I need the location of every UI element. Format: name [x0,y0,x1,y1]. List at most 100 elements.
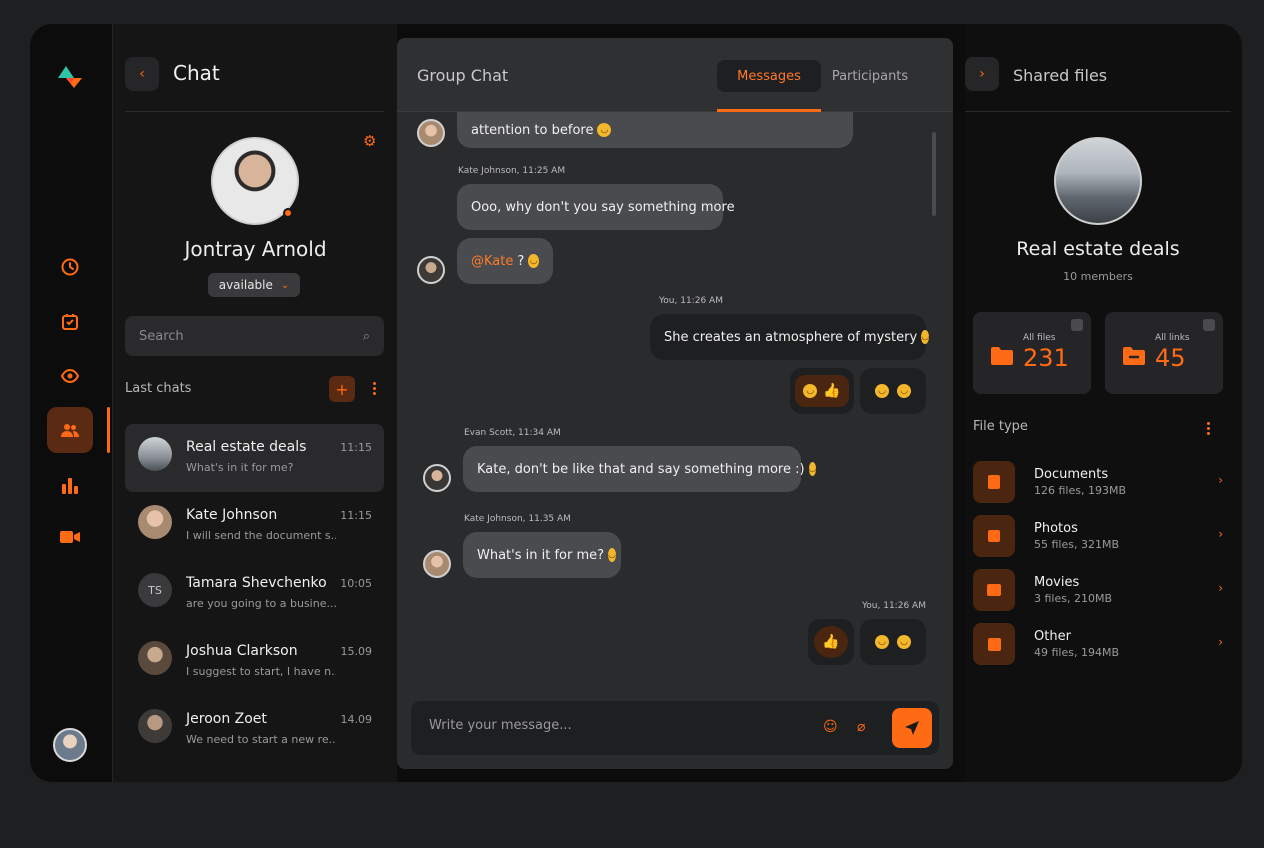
avatar [138,709,172,743]
tab-participants[interactable]: Participants [827,60,913,92]
stat-label: All files [1023,333,1056,343]
nav-tasks-button[interactable] [47,299,93,345]
reaction-pill[interactable]: ◡ 👍 [795,375,849,407]
file-type-movies[interactable]: Movies 3 files, 210MB › [973,569,1223,611]
last-chats-heading: Last chats [125,381,192,396]
select-checkbox[interactable] [1071,319,1083,331]
nav-view-button[interactable] [47,353,93,399]
online-status-dot [283,208,293,218]
chat-name: Tamara Shevchenko [186,575,327,591]
chat-item-kate-johnson[interactable]: Kate Johnson I will send the document s.… [125,492,384,560]
plus-icon: + [335,379,349,399]
search-box: ⌕ [125,316,384,356]
member-count: 10 members [1063,270,1133,283]
add-chat-button[interactable]: + [329,376,355,402]
send-icon [905,721,919,735]
chat-item-tamara-shevchenko[interactable]: TS Tamara Shevchenko are you going to a … [125,560,384,628]
file-type-photos[interactable]: Photos 55 files, 321MB › [973,515,1223,557]
chat-time: 10:05 [340,577,372,590]
message-meta: Kate Johnson, 11.35 AM [464,514,571,524]
avatar [417,256,445,284]
movie-icon [973,569,1015,611]
divider [965,111,1231,112]
chevron-right-icon: › [1218,635,1223,649]
file-type-meta: 55 files, 321MB [1034,538,1120,551]
reaction-group[interactable]: ◡ ◡ [860,368,926,414]
message-bubble: attention to before ◡ [457,112,853,148]
active-nav-indicator [107,407,110,453]
chat-list: Real estate deals What's in it for me? 1… [125,424,384,764]
chat-name: Kate Johnson [186,507,278,523]
chat-time: 14.09 [340,713,373,726]
scrollbar[interactable] [932,132,936,216]
chat-item-joshua-clarkson[interactable]: Joshua Clarkson I suggest to start, I ha… [125,628,384,696]
group-avatar [1054,137,1142,225]
status-label: available [218,278,273,292]
nav-stats-button[interactable] [47,462,93,508]
group-chat-panel: Group Chat Messages Participants attenti… [397,38,953,769]
smirk-emoji-icon: ◡ [608,548,616,562]
message-bubble: @Kate? ◡ [457,238,553,284]
nav-history-button[interactable] [47,244,93,290]
chat-sidebar: ‹ Chat ⚙ Jontray Arnold available ⌄ ⌕ La… [112,24,397,782]
avatar [423,464,451,492]
nav-video-button[interactable] [47,514,93,560]
neutral-emoji-icon: ◡ [897,384,911,398]
search-icon[interactable]: ⌕ [363,329,370,344]
chat-item-jeroon-zoet[interactable]: Jeroon Zoet We need to start a new re...… [125,696,384,764]
reaction-group[interactable]: ◡ 👍 [790,368,854,414]
stat-label: All links [1155,333,1190,343]
all-links-card[interactable]: All links 45 [1105,312,1223,394]
nav-rail [30,24,110,782]
avatar [138,641,172,675]
more-options-icon[interactable] [1203,422,1213,435]
message-text: She creates an atmosphere of mystery [664,329,918,345]
chevron-right-icon: › [979,66,985,82]
message-meta: You, 11:26 AM [659,296,723,306]
mention-link[interactable]: @Kate [471,254,513,269]
chat-header: Group Chat Messages Participants [397,38,953,112]
status-dropdown[interactable]: available ⌄ [208,273,300,297]
emoji-picker-icon[interactable]: ☺ [823,719,838,735]
file-type-documents[interactable]: Documents 126 files, 193MB › [973,461,1223,503]
search-input[interactable] [139,328,339,344]
message-composer: ☺ ⌀ [411,701,939,755]
chevron-right-icon: › [1218,581,1223,595]
reaction-group[interactable]: ◡ ◡ [860,619,926,665]
thumbs-up-icon: 👍 [823,383,841,399]
expand-panel-button[interactable]: › [965,57,999,91]
profile-name: Jontray Arnold [184,237,327,261]
collapse-sidebar-button[interactable]: ‹ [125,57,159,91]
chat-preview: What's in it for me? [186,461,294,474]
more-options-icon[interactable] [369,382,379,395]
message-meta: Evan Scott, 11:34 AM [464,428,561,438]
nav-chat-button[interactable] [47,407,93,453]
file-type-name: Movies [1034,575,1080,590]
image-icon [973,515,1015,557]
reaction-group[interactable]: 👍 [808,619,854,665]
divider [125,111,384,112]
message-text: ? [517,253,525,269]
chat-name: Joshua Clarkson [186,643,298,659]
select-checkbox[interactable] [1203,319,1215,331]
tab-messages[interactable]: Messages [717,60,821,92]
avatar: TS [138,573,172,607]
winking-emoji-icon: ◡ [528,254,539,268]
paperclip-icon[interactable]: ⌀ [857,719,865,735]
chat-item-real-estate-deals[interactable]: Real estate deals What's in it for me? 1… [125,424,384,492]
chevron-down-icon: ⌄ [280,279,290,291]
reaction-pill[interactable]: 👍 [814,626,848,658]
tongue-emoji-icon: ◡ [921,330,930,344]
smile-emoji-icon: ◡ [803,384,818,398]
message-text: What's in it for me? [477,547,605,563]
send-button[interactable] [892,708,932,748]
chevron-right-icon: › [1218,527,1223,541]
app-window: ‹ Chat ⚙ Jontray Arnold available ⌄ ⌕ La… [30,24,1242,782]
chat-time: 11:15 [340,441,372,454]
avatar [138,437,172,471]
gear-icon[interactable]: ⚙ [363,132,376,150]
all-files-card[interactable]: All files 231 [973,312,1091,394]
message-input[interactable] [429,718,789,733]
user-avatar[interactable] [53,728,87,762]
file-type-other[interactable]: Other 49 files, 194MB › [973,623,1223,665]
